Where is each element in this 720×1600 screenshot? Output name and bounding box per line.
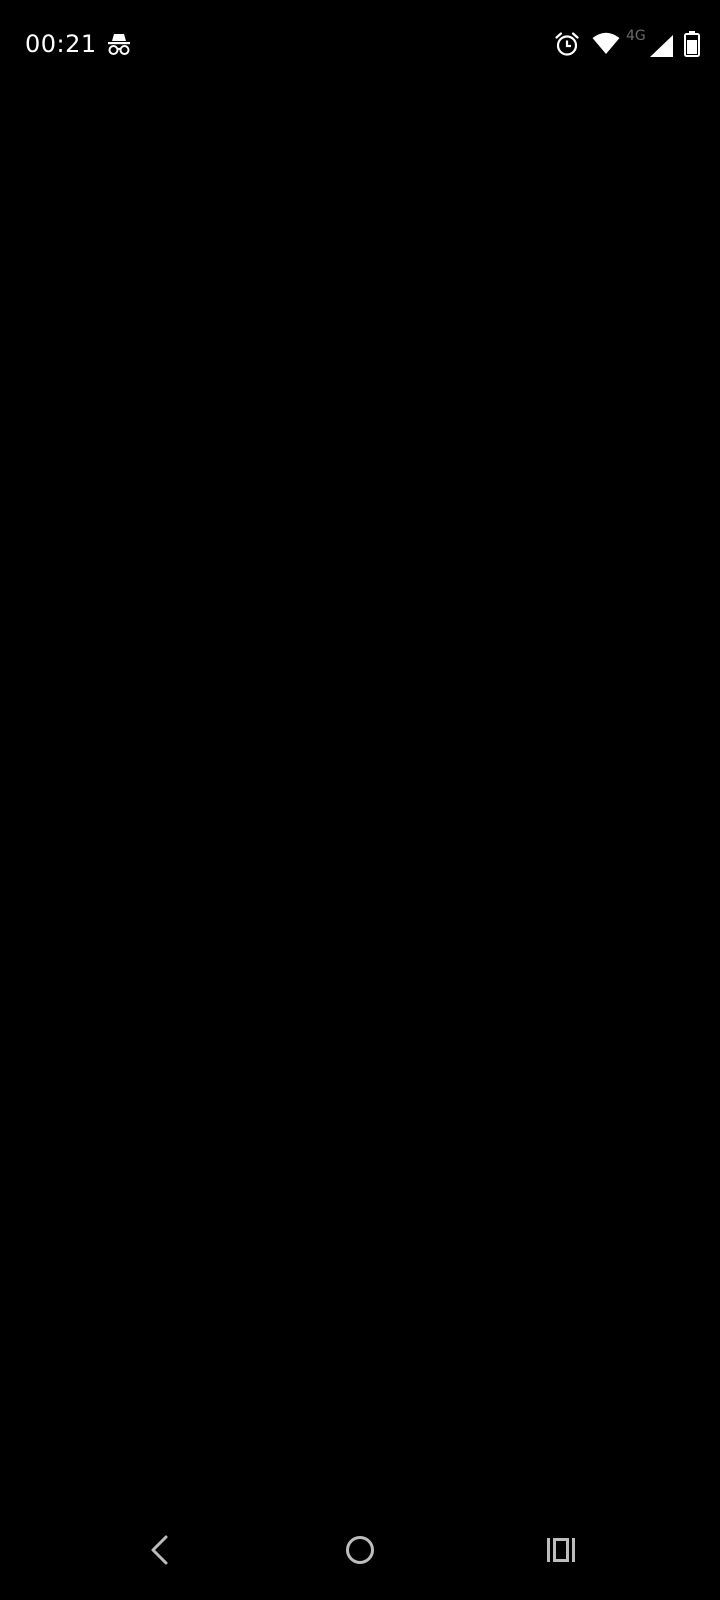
home-button[interactable] [328, 1522, 392, 1578]
home-icon [346, 1536, 374, 1564]
navigation-bar [0, 1508, 720, 1600]
recents-icon [547, 1538, 575, 1562]
battery-icon [684, 31, 700, 57]
status-bar-right: 4G [554, 28, 700, 60]
status-time: 00:21 [25, 30, 97, 58]
cellular-indicator: 4G [626, 28, 674, 60]
status-bar-left: 00:21 [25, 28, 132, 60]
back-button[interactable] [127, 1522, 191, 1578]
recents-button[interactable] [529, 1522, 593, 1578]
wifi-icon [592, 32, 620, 54]
network-type-label: 4G [626, 28, 646, 44]
cell-signal-icon [650, 35, 673, 57]
alarm-icon [555, 32, 579, 56]
back-icon [151, 1535, 168, 1565]
status-bar: 00:21 4G [0, 0, 720, 88]
blank-content-area [0, 88, 720, 1508]
incognito-icon [107, 34, 130, 55]
phone-screen: 00:21 4G [0, 0, 720, 1600]
